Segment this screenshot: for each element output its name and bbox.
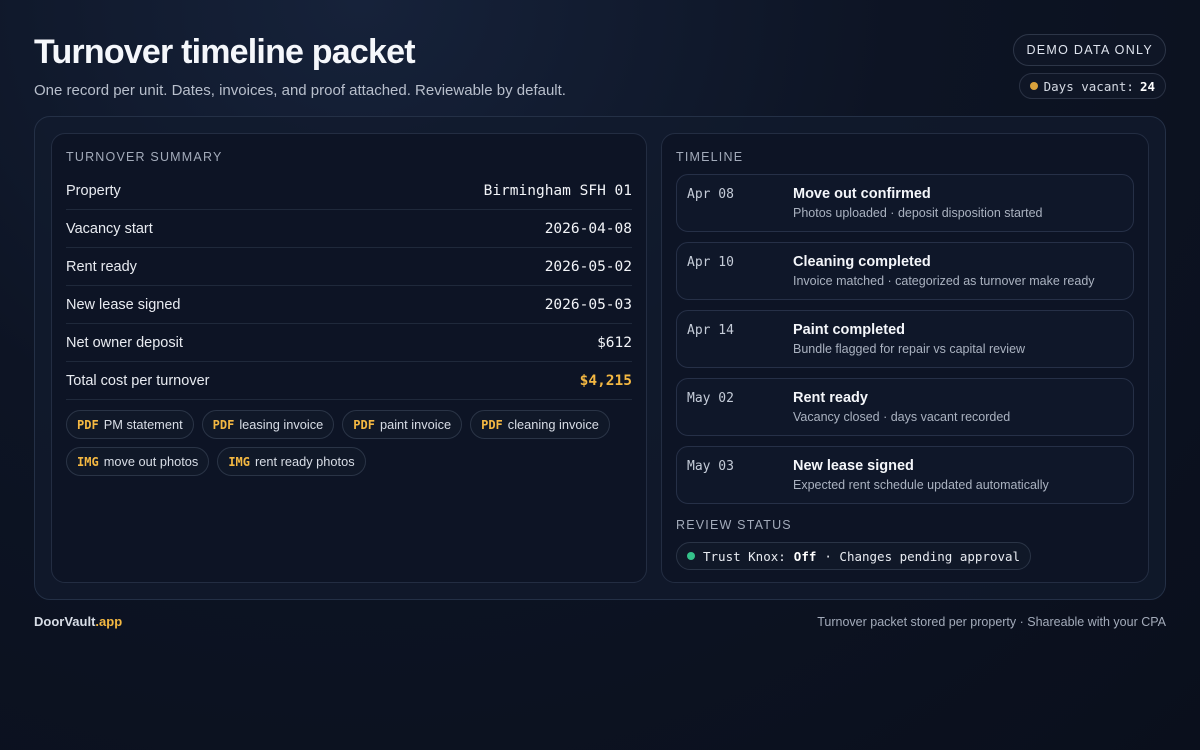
summary-value: Birmingham SFH 01 (483, 182, 632, 199)
timeline-detail: Invoice matched · categorized as turnove… (793, 274, 1095, 288)
timeline-date: May 02 (687, 391, 734, 406)
summary-row-rent-ready: Rent ready 2026-05-02 (66, 248, 632, 286)
review-status-pill[interactable]: Trust Knox: Off · Changes pending approv… (676, 542, 1032, 570)
timeline-section-label: TIMELINE (676, 150, 744, 164)
summary-key: Vacancy start (66, 220, 153, 237)
file-type-tag: PDF (353, 417, 375, 432)
days-vacant-label: Days vacant: (1043, 78, 1134, 94)
timeline-title: New lease signed (793, 458, 914, 474)
attachment-chip[interactable]: PDF PM statement (66, 410, 194, 439)
timeline-title: Cleaning completed (793, 254, 931, 270)
turnover-summary-card: TURNOVER SUMMARY Property Birmingham SFH… (51, 133, 647, 583)
attachment-chip[interactable]: IMG rent ready photos (217, 447, 366, 476)
review-status-label: REVIEW STATUS (676, 518, 792, 532)
attachment-name: move out photos (103, 454, 199, 469)
days-vacant-badge: Days vacant: 24 (1018, 73, 1166, 99)
brand-logo[interactable]: DoorVault.app (34, 614, 122, 629)
timeline-date: Apr 10 (687, 255, 734, 270)
attachment-name: paint invoice (379, 417, 452, 432)
summary-value: 2026-04-08 (544, 220, 632, 237)
brand-tld: .app (95, 614, 123, 629)
packet-panel: TURNOVER SUMMARY Property Birmingham SFH… (34, 116, 1166, 600)
summary-row-net-owner-deposit: Net owner deposit $612 (66, 324, 632, 362)
summary-value: $612 (597, 334, 632, 351)
page-footer: DoorVault.app Turnover packet stored per… (34, 614, 1166, 629)
review-prefix: Trust Knox: (703, 548, 786, 564)
timeline-body: Paint completed Bundle flagged for repai… (793, 321, 1123, 357)
header-badges: DEMO DATA ONLY Days vacant: 24 (1013, 34, 1166, 99)
timeline-title: Paint completed (793, 322, 905, 338)
timeline-item[interactable]: Apr 14 Paint completed Bundle flagged fo… (676, 310, 1134, 368)
attachment-name: PM statement (103, 417, 183, 432)
summary-key: Property (66, 182, 121, 199)
summary-key: Rent ready (66, 258, 137, 275)
timeline-item[interactable]: Apr 10 Cleaning completed Invoice matche… (676, 242, 1134, 300)
timeline-item[interactable]: Apr 08 Move out confirmed Photos uploade… (676, 174, 1134, 232)
summary-key: Total cost per turnover (66, 372, 210, 389)
attachment-chip[interactable]: PDF leasing invoice (201, 410, 335, 439)
summary-key: New lease signed (66, 296, 181, 313)
summary-value-total: $4,215 (579, 372, 632, 389)
attachment-chip[interactable]: IMG move out photos (66, 447, 210, 476)
summary-row-vacancy-start: Vacancy start 2026-04-08 (66, 210, 632, 248)
timeline-body: Rent ready Vacancy closed · days vacant … (793, 389, 1123, 425)
summary-section-label: TURNOVER SUMMARY (66, 150, 223, 164)
summary-key: Net owner deposit (66, 334, 183, 351)
file-type-tag: PDF (212, 417, 235, 432)
file-type-tag: IMG (77, 454, 99, 469)
attachment-list: PDF PM statement PDF leasing invoice PDF… (66, 410, 632, 476)
review-suffix: · Changes pending approval (824, 548, 1021, 564)
timeline-body: New lease signed Expected rent schedule … (793, 457, 1123, 493)
timeline-item[interactable]: May 03 New lease signed Expected rent sc… (676, 446, 1134, 504)
footer-note: Turnover packet stored per property · Sh… (817, 614, 1166, 629)
summary-value: 2026-05-02 (544, 258, 632, 275)
attachment-name: leasing invoice (239, 417, 324, 432)
status-dot-icon (1029, 82, 1038, 90)
timeline-title: Move out confirmed (793, 186, 931, 202)
page-header: Turnover timeline packet One record per … (34, 32, 566, 99)
page-subtitle: One record per unit. Dates, invoices, an… (34, 82, 566, 99)
file-type-tag: PDF (77, 417, 99, 432)
timeline-detail: Photos uploaded · deposit disposition st… (793, 206, 1043, 220)
summary-row-new-lease-signed: New lease signed 2026-05-03 (66, 286, 632, 324)
timeline-date: Apr 08 (687, 187, 734, 202)
timeline-body: Cleaning completed Invoice matched · cat… (793, 253, 1123, 289)
file-type-tag: IMG (228, 454, 250, 469)
summary-value: 2026-05-03 (544, 296, 632, 313)
timeline-detail: Bundle flagged for repair vs capital rev… (793, 342, 1026, 356)
attachment-chip[interactable]: PDF cleaning invoice (470, 410, 610, 439)
timeline-item[interactable]: May 02 Rent ready Vacancy closed · days … (676, 378, 1134, 436)
timeline-body: Move out confirmed Photos uploaded · dep… (793, 185, 1123, 221)
demo-data-badge: DEMO DATA ONLY (1013, 34, 1166, 66)
timeline-detail: Vacancy closed · days vacant recorded (793, 410, 1011, 424)
review-state: Off (793, 548, 817, 564)
days-vacant-value: 24 (1139, 78, 1155, 94)
file-type-tag: PDF (481, 417, 503, 432)
page-title: Turnover timeline packet (34, 33, 416, 71)
attachment-name: cleaning invoice (507, 417, 599, 432)
summary-row-total-cost: Total cost per turnover $4,215 (66, 362, 632, 400)
timeline-date: Apr 14 (687, 323, 734, 338)
summary-rows: Property Birmingham SFH 01 Vacancy start… (66, 172, 632, 400)
timeline-date: May 03 (687, 459, 734, 474)
timeline-detail: Expected rent schedule updated automatic… (793, 478, 1049, 492)
brand-name: DoorVault (34, 614, 96, 629)
attachment-chip[interactable]: PDF paint invoice (342, 410, 463, 439)
status-dot-icon (687, 552, 695, 560)
timeline-card: TIMELINE Apr 08 Move out confirmed Photo… (661, 133, 1149, 583)
attachment-name: rent ready photos (255, 454, 355, 469)
timeline-title: Rent ready (793, 390, 868, 406)
summary-row-property: Property Birmingham SFH 01 (66, 172, 632, 210)
timeline-list: Apr 08 Move out confirmed Photos uploade… (676, 174, 1134, 504)
